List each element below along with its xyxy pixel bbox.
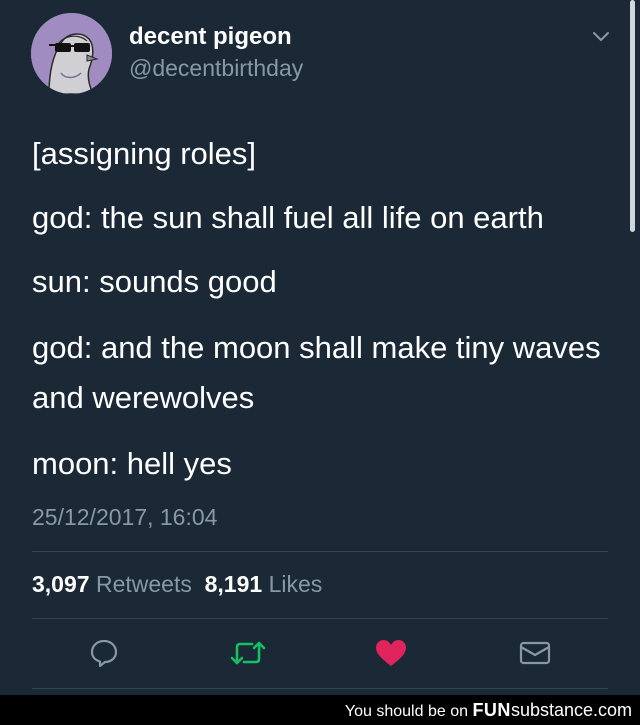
tweet-line: god: the sun shall fuel all life on eart… (32, 200, 544, 235)
watermark-footer: You should be on FUNsubstance.com (0, 695, 640, 725)
engagement-stats: 3,097 Retweets 8,191 Likes (32, 569, 322, 599)
retweets-label[interactable]: Retweets (96, 571, 192, 597)
like-button[interactable] (374, 637, 406, 669)
footer-text[interactable]: You should be on FUNsubstance.com (345, 700, 632, 722)
direct-message-button[interactable] (518, 637, 551, 669)
retweet-icon (230, 641, 266, 665)
divider (32, 688, 608, 689)
retweet-button[interactable] (230, 637, 266, 669)
retweets-count[interactable]: 3,097 (32, 571, 90, 597)
scrollbar[interactable] (630, 0, 635, 232)
divider (32, 618, 608, 619)
tweet-screen: decent pigeon @decentbirthday [assigning… (0, 0, 640, 725)
tweet-line: god: and the moon shall make tiny waves … (32, 330, 601, 415)
tweet-line: [assigning roles] (32, 136, 257, 171)
footer-brand-rest: substance.com (510, 700, 632, 720)
heart-icon (376, 640, 406, 666)
footer-brand-bold: FUN (472, 700, 511, 720)
reply-button[interactable] (88, 637, 120, 669)
likes-label[interactable]: Likes (269, 571, 323, 597)
tweet-timestamp[interactable]: 25/12/2017, 16:04 (32, 502, 217, 532)
chevron-down-icon[interactable] (591, 29, 611, 45)
envelope-icon (519, 641, 551, 665)
author-handle[interactable]: @decentbirthday (129, 54, 303, 82)
author-display-name[interactable]: decent pigeon (129, 22, 292, 52)
avatar[interactable] (31, 13, 112, 94)
tweet-line: moon: hell yes (32, 446, 232, 481)
tweet-line: sun: sounds good (32, 264, 277, 299)
tweet-text: [assigning roles] god: the sun shall fue… (32, 131, 602, 505)
pigeon-with-sunglasses-icon (31, 13, 112, 94)
likes-count[interactable]: 8,191 (205, 571, 263, 597)
divider (32, 551, 608, 552)
reply-bubble-icon (90, 639, 118, 668)
footer-prefix: You should be on (344, 703, 468, 720)
